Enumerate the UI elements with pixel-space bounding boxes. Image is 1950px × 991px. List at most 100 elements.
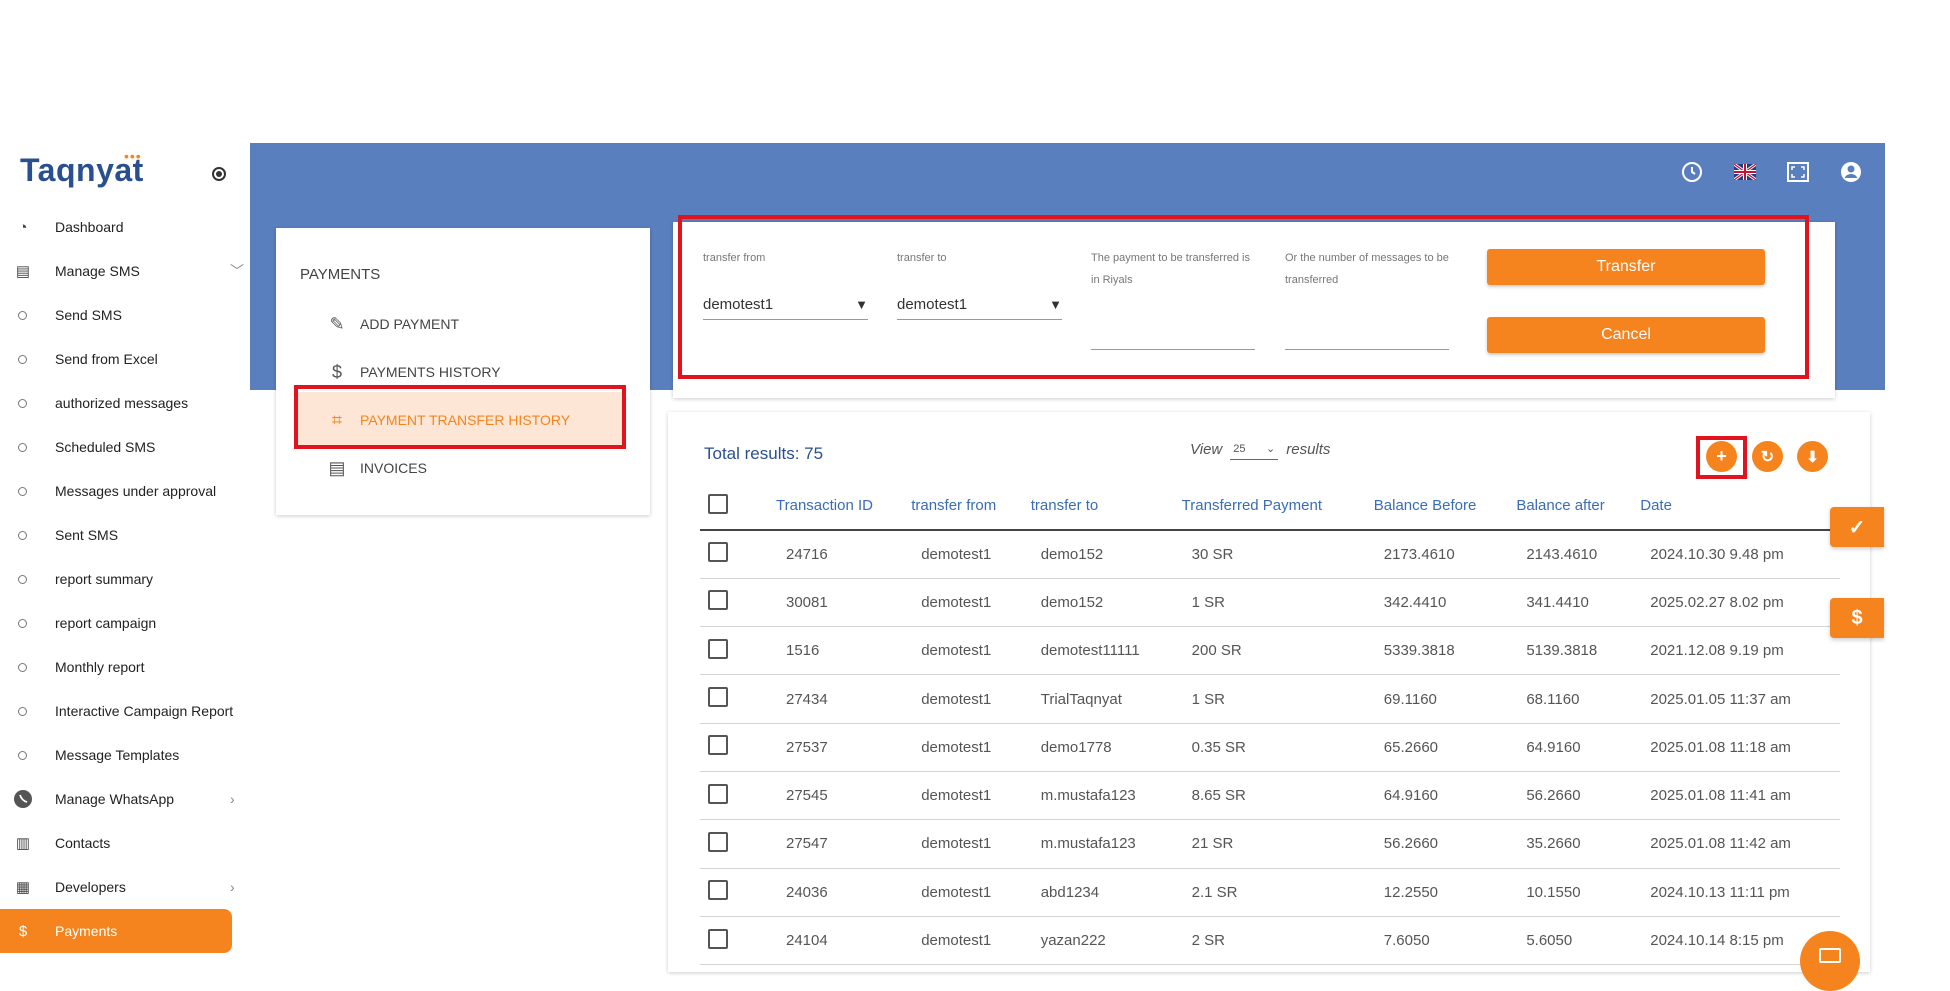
- table-cell: demotest1: [905, 819, 1025, 869]
- column-header[interactable]: Balance after: [1510, 482, 1635, 531]
- payment-float-button[interactable]: $: [1830, 598, 1884, 638]
- sidebar-item-label: Sent SMS: [55, 527, 119, 543]
- menu-payments-history[interactable]: $ PAYMENTS HISTORY: [326, 360, 501, 384]
- view-label: View: [1190, 440, 1223, 458]
- table-cell: 24104: [770, 916, 906, 966]
- sidebar-item-scheduled-sms[interactable]: Scheduled SMS: [0, 425, 250, 469]
- table-row[interactable]: 30081 demotest1 demo152 1 SR 342.4410 341.441…: [700, 578, 1840, 628]
- table-cell: demo1778: [1024, 723, 1176, 772]
- transfer-to-label: transfer to: [897, 252, 947, 264]
- account-icon[interactable]: [1838, 159, 1864, 185]
- column-header[interactable]: Transaction ID: [770, 482, 906, 531]
- table-row[interactable]: 24104 demotest1 yazan222 2 SR 7.6050 5.6050 20…: [700, 916, 1840, 966]
- total-results: Total results: 75: [704, 444, 824, 463]
- sidebar-item-report-summary[interactable]: report summary: [0, 557, 250, 601]
- payments-menu-title: PAYMENTS: [300, 266, 381, 283]
- table-row[interactable]: 27537 demotest1 demo1778 0.35 SR 65.2660 64.9…: [700, 723, 1840, 772]
- column-header[interactable]: Transferred Payment: [1175, 482, 1368, 531]
- messages-input[interactable]: [1285, 349, 1449, 350]
- menu-label: INVOICES: [360, 460, 427, 476]
- sidebar-toggle[interactable]: [212, 167, 226, 181]
- column-header[interactable]: transfer from: [905, 482, 1025, 531]
- whatsapp-icon: [13, 789, 33, 809]
- table-row[interactable]: 24036 demotest1 abd1234 2.1 SR 12.2550 10.155…: [700, 868, 1840, 917]
- sidebar-item-label: Send SMS: [55, 307, 122, 323]
- sidebar-item-send-from-excel[interactable]: Send from Excel: [0, 337, 250, 381]
- table-cell: 7.6050: [1367, 916, 1511, 966]
- row-checkbox[interactable]: [708, 638, 728, 659]
- row-checkbox[interactable]: [708, 880, 728, 901]
- row-checkbox[interactable]: [708, 687, 728, 708]
- sidebar-item-sent-sms[interactable]: Sent SMS: [0, 513, 250, 557]
- row-checkbox[interactable]: [708, 542, 728, 563]
- clock-icon[interactable]: [1679, 159, 1705, 185]
- table-row[interactable]: 27547 demotest1 m.mustafa123 21 SR 56.2660 35…: [700, 819, 1840, 869]
- table-cell: demotest1: [905, 530, 1025, 579]
- dollar-icon: $: [331, 361, 342, 382]
- table-cell: 2024.10.30 9.48 pm: [1634, 530, 1840, 579]
- caret-down-icon: ▼: [1049, 297, 1062, 312]
- table-cell: 68.1160: [1510, 674, 1635, 724]
- sidebar-item-manage-whatsapp[interactable]: Manage WhatsApp ›: [0, 777, 250, 821]
- chevron-right-icon: ›: [230, 791, 235, 807]
- transfer-from-select[interactable]: demotest1 ▼: [703, 290, 868, 320]
- table-row[interactable]: 27434 demotest1 TrialTaqnyat 1 SR 69.1160 68.…: [700, 674, 1840, 724]
- table-row[interactable]: 1516 demotest1 demotest11111 200 SR 5339.381…: [700, 626, 1840, 676]
- table-row[interactable]: 27545 demotest1 m.mustafa123 8.65 SR 64.9160…: [700, 771, 1840, 821]
- menu-invoices[interactable]: ▤ INVOICES: [326, 456, 427, 480]
- transfer-button[interactable]: Transfer: [1487, 249, 1765, 285]
- chat-button[interactable]: [1800, 931, 1860, 991]
- campaign-float-button[interactable]: ✓: [1830, 507, 1884, 547]
- fullscreen-icon[interactable]: [1785, 159, 1811, 185]
- refresh-button[interactable]: ↻: [1752, 441, 1783, 472]
- cancel-button[interactable]: Cancel: [1487, 317, 1765, 353]
- sidebar-item-interactive-campaign-report[interactable]: Interactive Campaign Report: [0, 689, 250, 733]
- chat-icon: [1819, 948, 1841, 963]
- pencil-icon: ✎: [329, 313, 345, 334]
- sidebar-item-manage-sms[interactable]: ▤ Manage SMS ﹀: [0, 249, 250, 293]
- sidebar-item-label: Manage WhatsApp: [55, 791, 175, 807]
- sidebar-item-message-templates[interactable]: Message Templates: [0, 733, 250, 777]
- table-header-row: Transaction ID transfer from transfer to…: [700, 482, 1840, 531]
- sidebar-item-label: Monthly report: [55, 659, 145, 675]
- row-checkbox[interactable]: [708, 783, 728, 804]
- sidebar-item-authorized-messages[interactable]: authorized messages: [0, 381, 250, 425]
- column-header[interactable]: transfer to: [1024, 482, 1176, 531]
- page-size-select[interactable]: 25 ⌄: [1230, 438, 1279, 460]
- row-checkbox[interactable]: [708, 928, 728, 949]
- sidebar-item-messages-under-approval[interactable]: Messages under approval: [0, 469, 250, 513]
- transfer-to-select[interactable]: demotest1 ▼: [897, 290, 1062, 320]
- riyals-label: The payment to be transferred is in Riya…: [1091, 252, 1250, 286]
- sidebar-item-send-sms[interactable]: Send SMS: [0, 293, 250, 337]
- sidebar-item-label: Interactive Campaign Report: [55, 703, 234, 719]
- sidebar-item-payments[interactable]: $ Payments: [0, 909, 232, 953]
- sidebar-item-report-campaign[interactable]: report campaign: [0, 601, 250, 645]
- column-header[interactable]: Date: [1634, 482, 1840, 531]
- sidebar-item-label: Messages under approval: [55, 483, 217, 499]
- sms-icon: ▤: [15, 263, 31, 280]
- select-all-checkbox[interactable]: [708, 493, 728, 514]
- sidebar-item-label: Developers: [55, 879, 126, 895]
- sidebar-item-contacts[interactable]: ▥ Contacts: [0, 821, 250, 865]
- row-checkbox[interactable]: [708, 735, 728, 756]
- sidebar-item-developers[interactable]: ▦ Developers ›: [0, 865, 250, 909]
- table-row[interactable]: 24716 demotest1 demo152 30 SR 2173.4610 2143.…: [700, 530, 1840, 579]
- sidebar-item-monthly-report[interactable]: Monthly report: [0, 645, 250, 689]
- table-cell: 342.4410: [1367, 578, 1511, 628]
- table-cell: demotest1: [905, 916, 1025, 966]
- caret-down-icon: ▼: [855, 297, 868, 312]
- uk-flag-icon[interactable]: [1732, 159, 1758, 185]
- row-checkbox[interactable]: [708, 590, 728, 611]
- sidebar-item-dashboard[interactable]: ◔ Dashboard: [0, 205, 250, 249]
- table-cell: 2024.10.13 11:11 pm: [1634, 868, 1840, 917]
- table-cell: demotest1: [905, 868, 1025, 917]
- download-button[interactable]: ⬇: [1797, 441, 1828, 472]
- row-checkbox[interactable]: [708, 831, 728, 852]
- column-header[interactable]: Balance Before: [1367, 482, 1511, 531]
- row-select-cell: [700, 868, 770, 917]
- brand-logo-dots: •••: [124, 148, 142, 164]
- riyals-input[interactable]: [1091, 349, 1255, 350]
- menu-add-payment[interactable]: ✎ ADD PAYMENT: [326, 312, 459, 336]
- sidebar-item-label: Contacts: [55, 835, 111, 851]
- table-cell: 2025.01.08 11:41 am: [1634, 771, 1840, 821]
